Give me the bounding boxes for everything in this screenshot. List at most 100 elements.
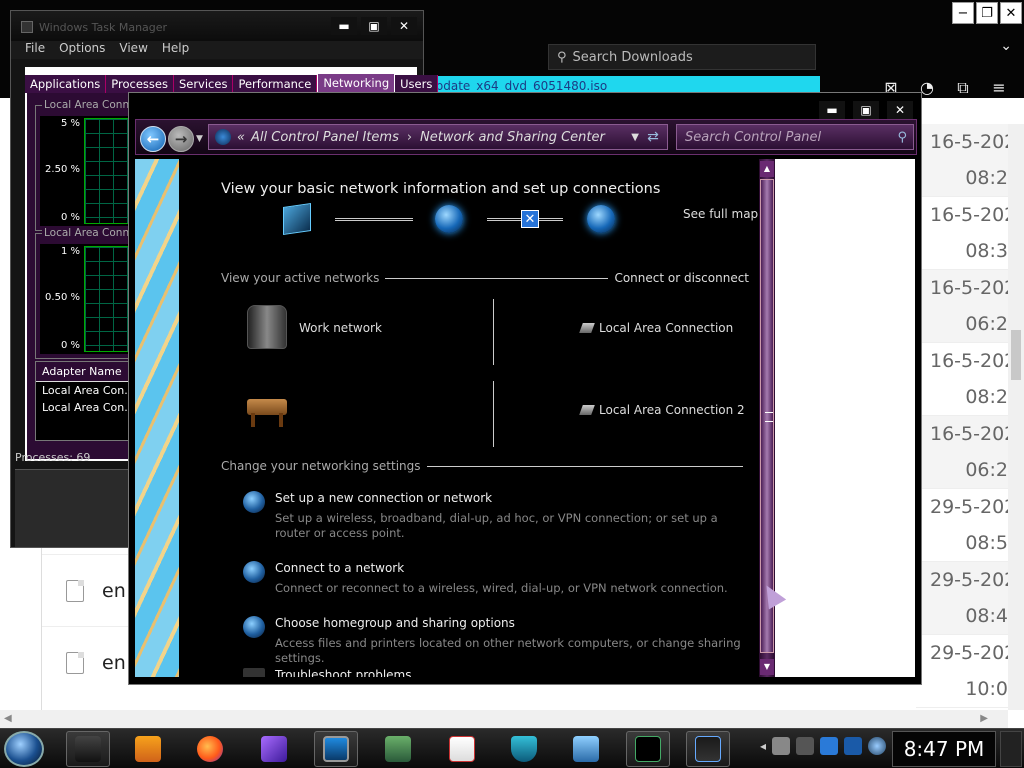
tab-users[interactable]: Users xyxy=(395,75,439,93)
chevron-down-icon[interactable]: ▼ xyxy=(631,132,639,143)
close-icon[interactable]: ✕ xyxy=(887,101,913,119)
table-row[interactable]: 16-5-202 06:2 xyxy=(916,270,1010,343)
minimize-icon[interactable]: ▬ xyxy=(331,17,357,35)
tab-services[interactable]: Services xyxy=(173,75,234,93)
tray-app-icon[interactable] xyxy=(772,737,791,755)
chevron-down-icon[interactable]: ⌄ xyxy=(1000,38,1012,54)
shield-icon xyxy=(511,736,537,762)
troubleshoot-link[interactable]: Troubleshoot problems xyxy=(275,668,411,677)
search-icon[interactable]: ⚲ xyxy=(897,130,907,145)
connect-disconnect-link[interactable]: Connect or disconnect xyxy=(614,271,749,285)
table-row[interactable]: 16-5-202 08:2 xyxy=(916,343,1010,416)
divider xyxy=(493,381,494,447)
breadcrumb-control-panel[interactable]: All Control Panel Items xyxy=(251,130,399,145)
show-desktop-button[interactable] xyxy=(1000,731,1022,767)
forward-button[interactable]: → xyxy=(168,126,194,152)
minimize-icon[interactable]: − xyxy=(952,2,974,24)
tab-performance[interactable]: Performance xyxy=(233,75,318,93)
network-name-link[interactable]: Work network xyxy=(299,321,382,335)
processes-status: Processes: 69 xyxy=(15,451,91,464)
navigation-bar: ← → ▼ « All Control Panel Items › Networ… xyxy=(135,119,917,155)
network-globe-icon[interactable] xyxy=(435,205,463,233)
minimize-icon[interactable]: ▬ xyxy=(819,101,845,119)
scroll-right-icon[interactable]: ▶ xyxy=(980,713,988,724)
list-item[interactable]: en xyxy=(42,626,132,698)
homegroup-link[interactable]: Choose homegroup and sharing options xyxy=(275,616,515,630)
taskbar-app-remote-desktop[interactable] xyxy=(314,731,358,767)
taskbar-app-user[interactable] xyxy=(376,731,420,767)
map-link xyxy=(335,218,413,221)
tab-networking[interactable]: Networking xyxy=(317,73,396,93)
scroll-up-icon[interactable]: ▲ xyxy=(760,161,774,177)
disconnected-x-icon[interactable]: ✕ xyxy=(521,210,539,228)
breadcrumb-separator-icon[interactable]: › xyxy=(407,130,412,145)
tray-monitor-icon[interactable] xyxy=(844,737,863,755)
back-button[interactable]: ← xyxy=(140,126,166,152)
table-row[interactable]: 16-5-202 08:2 xyxy=(916,124,1010,197)
list-item[interactable]: en xyxy=(42,554,132,626)
taskbar-app-bird[interactable] xyxy=(252,731,296,767)
taskbar-app-monitor[interactable] xyxy=(626,731,670,767)
breadcrumb-network-sharing[interactable]: Network and Sharing Center xyxy=(420,130,605,145)
connection-link[interactable]: Local Area Connection 2 xyxy=(579,403,745,417)
extensions-icon[interactable]: ⧉ xyxy=(952,78,974,98)
maximize-icon[interactable]: ▣ xyxy=(853,101,879,119)
menu-help[interactable]: Help xyxy=(162,41,189,59)
table-row[interactable]: 29-5-202 08:4 xyxy=(916,562,1010,635)
address-bar[interactable]: « All Control Panel Items › Network and … xyxy=(208,124,668,150)
menu-options[interactable]: Options xyxy=(59,41,105,59)
close-icon[interactable]: ✕ xyxy=(391,17,417,35)
work-network-icon[interactable] xyxy=(247,305,287,349)
network-sharing-center-window[interactable]: ▬ ▣ ✕ ← → ▼ « All Control Panel Items › … xyxy=(128,92,922,685)
restore-icon[interactable]: ❐ xyxy=(976,2,998,24)
taskbar-app-network[interactable] xyxy=(686,731,730,767)
scrollbar-thumb[interactable] xyxy=(1011,330,1021,380)
connect-network-link[interactable]: Connect to a network xyxy=(275,561,404,575)
tray-network-icon[interactable] xyxy=(820,737,839,755)
page-title: View your basic network information and … xyxy=(221,181,661,197)
taskbar-app-computer[interactable] xyxy=(564,731,608,767)
scroll-down-icon[interactable]: ▼ xyxy=(760,659,774,675)
task-manager-titlebar[interactable]: Windows Task Manager ▬ ▣ ✕ xyxy=(11,11,423,41)
internet-globe-icon[interactable] xyxy=(587,205,615,233)
vertical-scrollbar[interactable] xyxy=(1008,124,1024,710)
tab-processes[interactable]: Processes xyxy=(106,75,174,93)
table-row[interactable]: 29-5-202 10:0 xyxy=(916,635,1010,708)
refresh-icon[interactable]: ⇄ xyxy=(643,127,663,147)
computer-icon[interactable] xyxy=(283,203,311,235)
tray-expand-icon[interactable]: ◂ xyxy=(760,739,766,753)
recent-pages-dropdown-icon[interactable]: ▼ xyxy=(196,134,203,144)
taskbar-app-black-window[interactable] xyxy=(66,731,110,767)
download-date: 16-5-202 xyxy=(930,350,1010,372)
close-icon[interactable]: ✕ xyxy=(1000,2,1022,24)
start-button[interactable] xyxy=(4,731,44,767)
tray-app-icon[interactable] xyxy=(796,737,815,755)
maximize-icon[interactable]: ▣ xyxy=(361,17,387,35)
downloads-search-input[interactable]: ⚲ Search Downloads xyxy=(548,44,816,70)
taskbar-app-media-player[interactable] xyxy=(126,731,170,767)
table-row[interactable]: 29-5-202 08:5 xyxy=(916,489,1010,562)
download-time: 10:0 xyxy=(965,678,1008,700)
horizontal-scrollbar[interactable]: ◀ ▶ xyxy=(0,710,1008,728)
system-clock[interactable]: 8:47 PM xyxy=(892,731,996,767)
search-control-panel-input[interactable]: Search Control Panel ⚲ xyxy=(676,124,914,150)
connection-link[interactable]: Local Area Connection xyxy=(579,321,733,335)
taskbar-app-firefox[interactable] xyxy=(188,731,232,767)
table-row[interactable]: 16-5-202 08:3 xyxy=(916,197,1010,270)
menu-view[interactable]: View xyxy=(119,41,147,59)
tab-applications[interactable]: Applications xyxy=(25,75,107,93)
scroll-left-icon[interactable]: ◀ xyxy=(4,713,12,724)
setup-connection-link[interactable]: Set up a new connection or network xyxy=(275,491,492,505)
user-icon xyxy=(385,736,411,762)
network-row: Work network Local Area Connection xyxy=(221,299,749,379)
taskbar-app-java[interactable] xyxy=(440,731,484,767)
tray-globe-icon[interactable] xyxy=(868,737,887,755)
download-date: 16-5-202 xyxy=(930,277,1010,299)
taskbar-app-shield[interactable] xyxy=(502,731,546,767)
see-full-map-link[interactable]: See full map xyxy=(683,207,758,221)
table-row[interactable]: 16-5-202 06:2 xyxy=(916,416,1010,489)
public-network-bench-icon[interactable] xyxy=(247,399,287,427)
menu-file[interactable]: File xyxy=(25,41,45,59)
menu-icon[interactable]: ≡ xyxy=(988,78,1010,98)
grip-icon xyxy=(765,412,773,422)
